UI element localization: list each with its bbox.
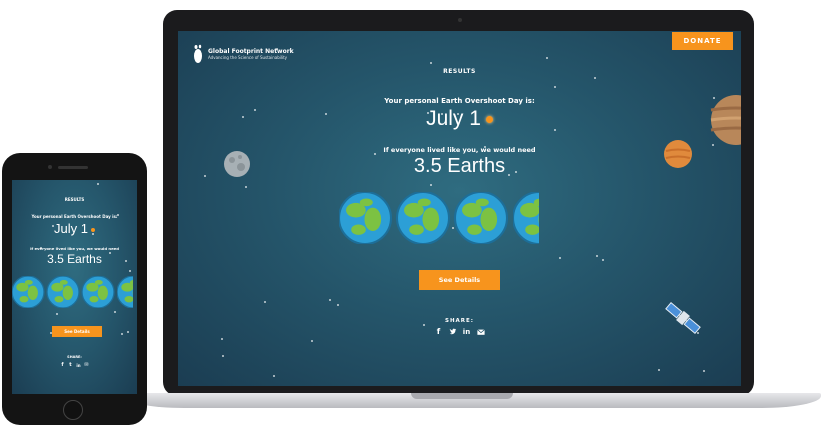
- star: [430, 62, 432, 64]
- phone-speaker: [58, 166, 88, 169]
- star: [114, 311, 116, 313]
- earth-globe-icon: [117, 276, 133, 308]
- email-icon[interactable]: [476, 328, 485, 336]
- logo[interactable]: Global Footprint Network Advancing the S…: [192, 44, 294, 64]
- star: [245, 186, 247, 188]
- jupiter-planet-icon: [710, 95, 741, 145]
- star: [121, 333, 123, 335]
- earth-globe-icon: [339, 192, 393, 244]
- star: [129, 270, 131, 272]
- results-heading: RESULTS: [443, 68, 476, 75]
- phone-earth-globes: [12, 276, 133, 308]
- star: [97, 183, 99, 185]
- see-details-button[interactable]: See Details: [419, 270, 500, 290]
- star: [602, 259, 604, 261]
- phone-see-details-button[interactable]: See Details: [52, 326, 102, 337]
- phone-home-button[interactable]: [63, 400, 83, 420]
- moon-icon: [224, 151, 250, 177]
- overshoot-label: Your personal Earth Overshoot Day is:: [384, 97, 535, 105]
- earths-label: If everyone lived like you, we would nee…: [383, 146, 536, 154]
- star: [56, 313, 58, 315]
- twitter-icon[interactable]: [449, 328, 457, 336]
- sun-icon: [485, 115, 493, 123]
- share-icons: f in: [178, 328, 741, 336]
- laptop-notch: [411, 393, 513, 399]
- overshoot-date: July 1: [178, 107, 741, 131]
- laptop-screen: Global Footprint Network Advancing the S…: [178, 31, 741, 386]
- phone-facebook-icon[interactable]: f: [60, 363, 65, 368]
- star: [127, 331, 129, 333]
- star: [594, 77, 596, 79]
- phone-earths-label: If everyone lived like you, we would nee…: [30, 246, 119, 251]
- laptop-webcam: [458, 18, 462, 22]
- star: [311, 340, 313, 342]
- star: [430, 184, 432, 186]
- star: [221, 338, 223, 340]
- star: [337, 304, 339, 306]
- star: [559, 257, 561, 259]
- share-label: SHARE:: [444, 318, 474, 324]
- earth-globes: [339, 192, 539, 244]
- phone-sun-icon: [90, 227, 95, 232]
- earths-value: 3.5 Earths: [413, 155, 506, 177]
- mars-planet-icon: [664, 140, 692, 168]
- star: [658, 369, 660, 371]
- star: [546, 57, 548, 59]
- phone-overshoot-label: Your personal Earth Overshoot Day is:: [31, 214, 118, 219]
- earth-globe-icon: [46, 276, 80, 308]
- footprint-logo-icon: [194, 44, 202, 63]
- earth-globe-icon: [513, 192, 539, 244]
- star: [596, 255, 598, 257]
- star: [423, 324, 425, 326]
- phone-earths-value: 3.5 Earths: [47, 252, 102, 266]
- overshoot-date-text: July 1: [426, 107, 481, 130]
- phone-screen: RESULTS Your personal Earth Overshoot Da…: [12, 180, 137, 394]
- star: [329, 299, 331, 301]
- earth-globe-icon: [12, 276, 45, 308]
- phone-twitter-icon[interactable]: t: [68, 363, 73, 368]
- phone-overshoot-date: July 1: [12, 221, 137, 236]
- logo-tagline: Advancing the Science of Sustainability: [208, 55, 288, 60]
- phone-results-heading: RESULTS: [64, 197, 85, 202]
- facebook-icon[interactable]: f: [435, 328, 443, 336]
- linkedin-icon[interactable]: in: [463, 328, 471, 336]
- star: [703, 370, 705, 372]
- star: [222, 355, 224, 357]
- donate-button[interactable]: DONATE: [672, 32, 733, 50]
- phone-email-icon[interactable]: ✉: [84, 363, 89, 368]
- phone-share-label: SHARE:: [67, 355, 82, 359]
- satellite-icon: [665, 302, 701, 334]
- logo-name: Global Footprint Network: [208, 48, 294, 55]
- earth-globe-icon: [453, 192, 509, 244]
- phone-share-icons: f t in ✉: [12, 363, 137, 369]
- phone-overshoot-date-text: July 1: [54, 221, 88, 236]
- earth-globe-icon: [395, 192, 451, 244]
- earth-globe-icon: [81, 276, 115, 308]
- phone-camera: [48, 165, 52, 169]
- phone-linkedin-icon[interactable]: in: [76, 363, 81, 368]
- star: [273, 375, 275, 377]
- star: [264, 301, 266, 303]
- star: [554, 86, 556, 88]
